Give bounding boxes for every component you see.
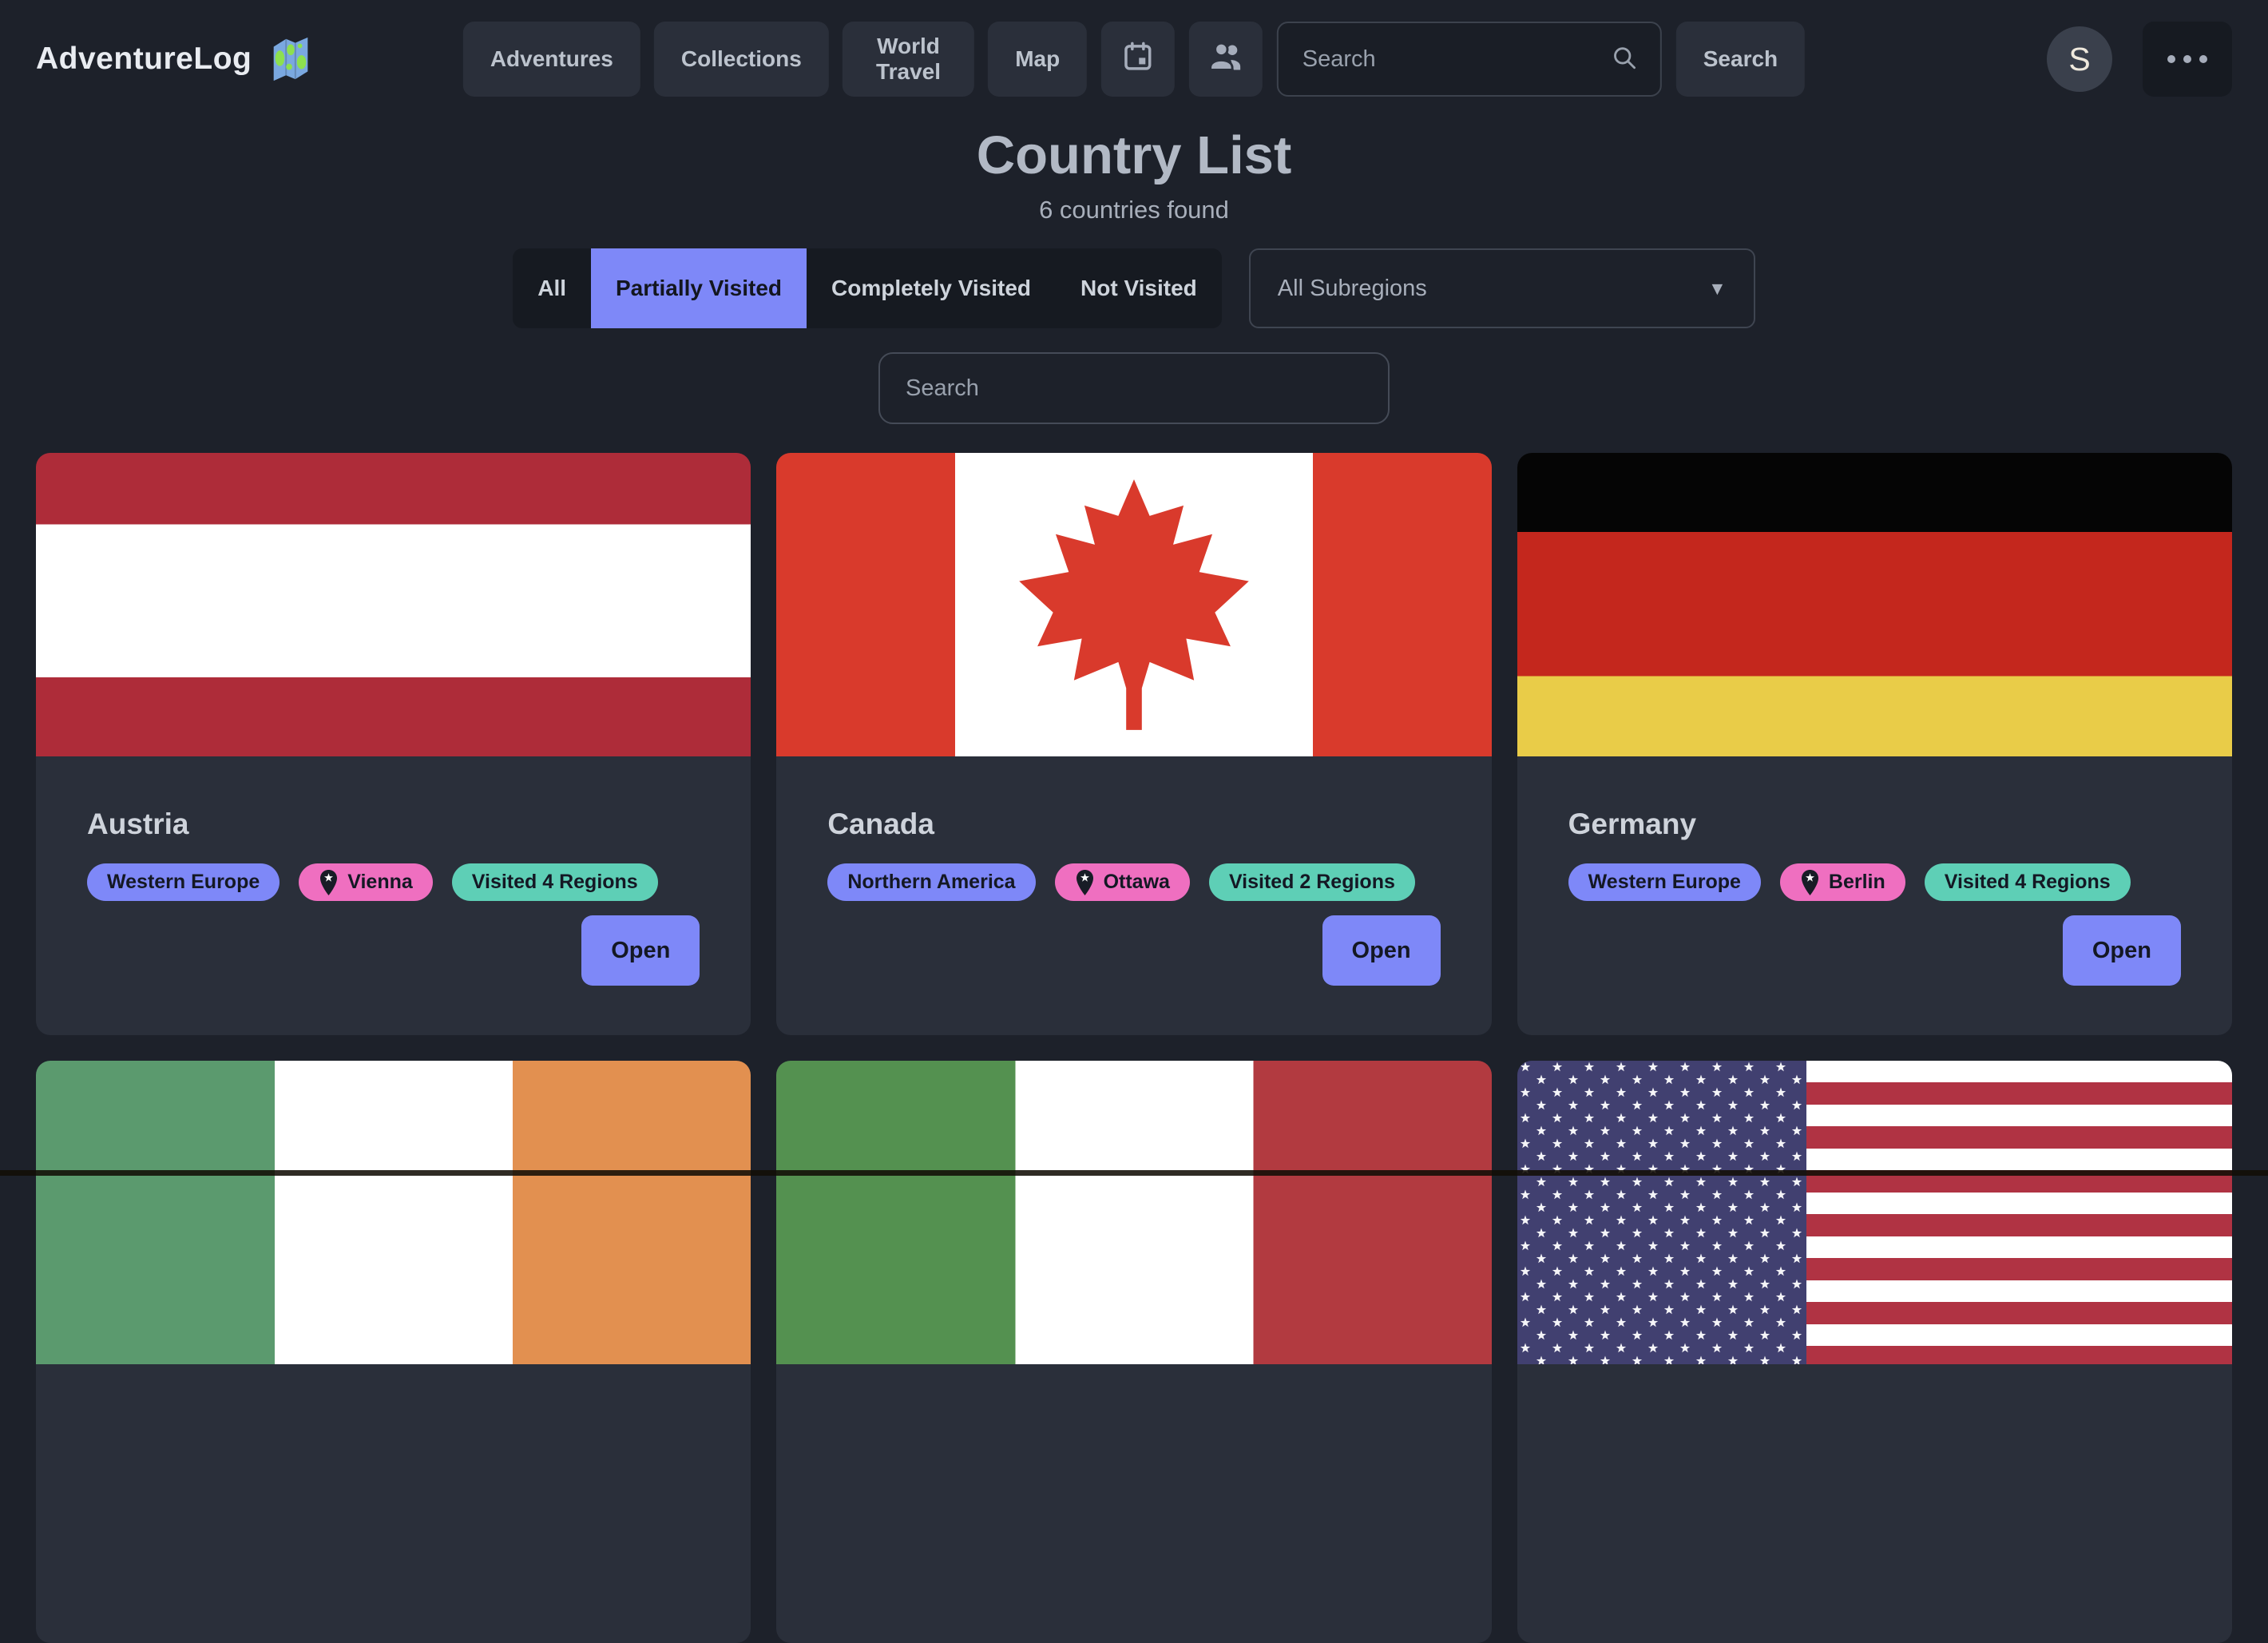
visited-regions-badge: Visited 4 Regions <box>452 863 658 901</box>
navbar-search <box>1277 22 1662 97</box>
nav-link-world-travel[interactable]: World Travel <box>843 22 974 97</box>
calendar-button[interactable] <box>1101 22 1175 97</box>
tab-completely-visited[interactable]: Completely Visited <box>807 248 1056 328</box>
subregion-select[interactable]: All Subregions ▼ <box>1249 248 1755 328</box>
card-body: Austria Western Europe Vienna Visited 4 Re… <box>36 756 751 1035</box>
tab-all[interactable]: All <box>513 248 591 328</box>
search-button[interactable]: Search <box>1676 22 1805 97</box>
nav-link-map[interactable]: Map <box>988 22 1087 97</box>
flag-italy <box>776 1061 1491 1364</box>
open-button[interactable]: Open <box>2063 915 2181 986</box>
overflow-menu-button[interactable] <box>2143 22 2232 97</box>
capital-badge: Berlin <box>1780 863 1905 901</box>
visited-regions-badge: Visited 4 Regions <box>1925 863 2131 901</box>
country-name: Canada <box>827 808 1440 841</box>
nav-link-collections[interactable]: Collections <box>654 22 829 97</box>
region-badge: Western Europe <box>87 863 280 901</box>
navbar: AdventureLog AdventuresCollectionsWorld … <box>0 0 2268 118</box>
flag-austria <box>36 453 751 756</box>
search-row <box>0 352 2268 424</box>
open-button[interactable]: Open <box>581 915 700 986</box>
chevron-down-icon: ▼ <box>1708 278 1727 300</box>
subregion-select-value: All Subregions <box>1278 276 1427 302</box>
nav-link-adventures[interactable]: Adventures <box>463 22 640 97</box>
location-pin-icon <box>1800 869 1820 896</box>
country-name: Germany <box>1568 808 2181 841</box>
card-body: Canada Northern America Ottawa Visited 2 R… <box>776 756 1491 1035</box>
country-card: Canada Northern America Ottawa Visited 2 R… <box>776 453 1491 1035</box>
country-card: Germany Western Europe Berlin Visited 4 Re… <box>1517 453 2232 1035</box>
capital-badge: Ottawa <box>1055 863 1190 901</box>
badges: Western Europe Vienna Visited 4 Regions <box>87 863 700 901</box>
calendar-icon <box>1121 40 1155 79</box>
region-badge: Northern America <box>827 863 1035 901</box>
card-body: Germany Western Europe Berlin Visited 4 Re… <box>1517 756 2232 1035</box>
badges: Western Europe Berlin Visited 4 Regions <box>1568 863 2181 901</box>
brand-name[interactable]: AdventureLog <box>36 42 252 77</box>
users-button[interactable] <box>1189 22 1263 97</box>
avatar[interactable]: S <box>2047 26 2112 92</box>
nav-links: AdventuresCollectionsWorld TravelMap <box>463 22 1087 97</box>
nav-center: AdventuresCollectionsWorld TravelMap <box>463 22 1805 97</box>
flag-ireland <box>36 1061 751 1364</box>
badges: Northern America Ottawa Visited 2 Regions <box>827 863 1440 901</box>
country-card <box>1517 1061 2232 1643</box>
page-title: Country List <box>0 125 2268 186</box>
brand[interactable]: AdventureLog <box>36 33 315 86</box>
country-card: Austria Western Europe Vienna Visited 4 Re… <box>36 453 751 1035</box>
map-logo-icon <box>266 33 315 86</box>
navbar-search-input[interactable] <box>1301 46 1598 73</box>
country-grid: Austria Western Europe Vienna Visited 4 Re… <box>0 453 2268 1643</box>
flag-usa <box>1517 1061 2232 1364</box>
filter-row: AllPartially VisitedCompletely VisitedNo… <box>0 248 2268 328</box>
open-button[interactable]: Open <box>1322 915 1441 986</box>
location-pin-icon <box>319 869 339 896</box>
location-pin-icon <box>1075 869 1095 896</box>
bottom-edge-strip <box>0 1170 2268 1176</box>
usa-stripes <box>1806 1061 2232 1364</box>
flag-canada <box>776 453 1491 756</box>
country-name: Austria <box>87 808 700 841</box>
flag-germany <box>1517 453 2232 756</box>
nav-right: S <box>2047 22 2232 97</box>
country-card <box>36 1061 751 1643</box>
maple-leaf-icon <box>1004 474 1265 736</box>
country-card <box>776 1061 1491 1643</box>
region-badge: Western Europe <box>1568 863 1761 901</box>
visited-regions-badge: Visited 2 Regions <box>1209 863 1415 901</box>
ellipsis-icon <box>2167 55 2175 63</box>
tab-partially-visited[interactable]: Partially Visited <box>591 248 807 328</box>
results-count: 6 countries found <box>0 196 2268 224</box>
capital-badge: Vienna <box>299 863 433 901</box>
tab-not-visited[interactable]: Not Visited <box>1056 248 1222 328</box>
visited-filter-tabs: AllPartially VisitedCompletely VisitedNo… <box>513 248 1222 328</box>
users-icon <box>1208 39 1243 80</box>
country-search-input[interactable] <box>878 352 1390 424</box>
search-icon <box>1611 44 1638 75</box>
usa-canton <box>1517 1061 1807 1364</box>
